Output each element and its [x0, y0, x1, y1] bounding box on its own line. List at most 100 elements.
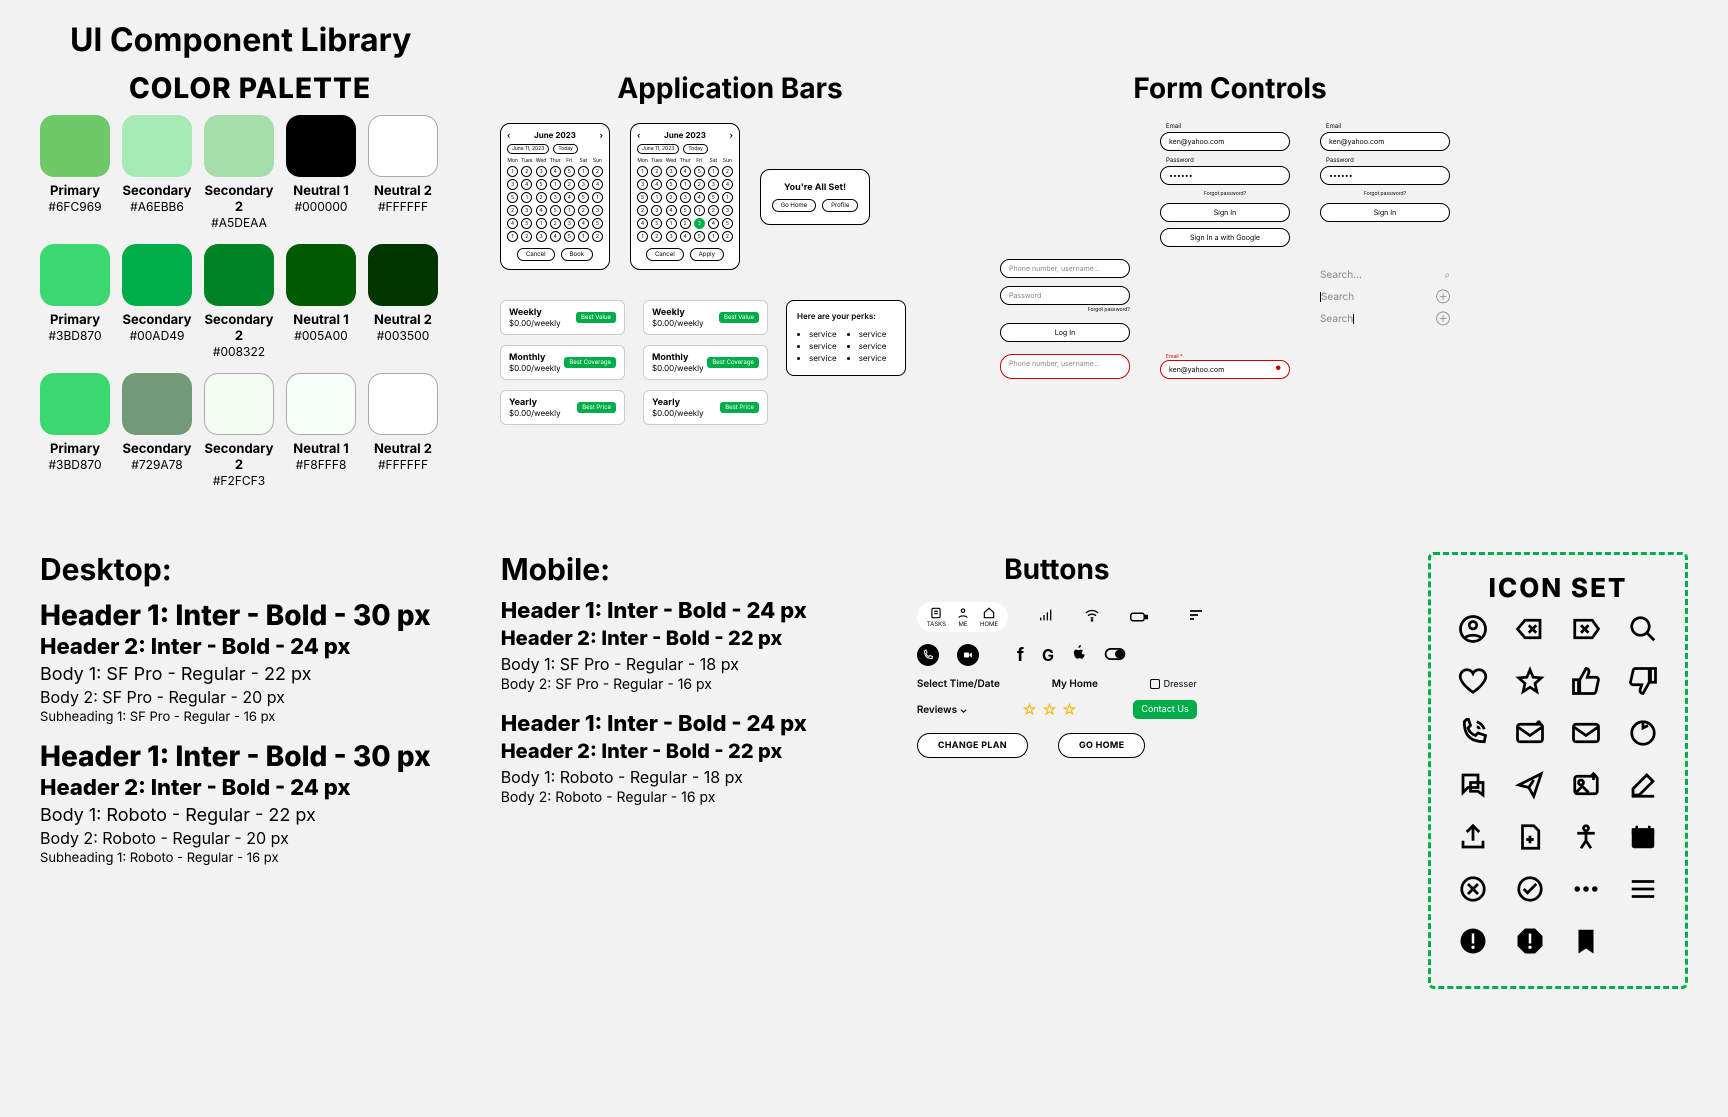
- calendar-day[interactable]: 3: [550, 192, 561, 203]
- calendar-day[interactable]: 5: [536, 179, 547, 190]
- password-field[interactable]: Password: [1000, 286, 1130, 305]
- calendar-day[interactable]: 3: [666, 166, 677, 177]
- calendar-day[interactable]: 5: [592, 218, 603, 229]
- calendar-day[interactable]: 2: [666, 192, 677, 203]
- calendar-day[interactable]: 5: [722, 218, 733, 229]
- apple-icon[interactable]: [1072, 645, 1086, 665]
- calendar-day[interactable]: 4: [680, 231, 691, 242]
- calendar-day[interactable]: 2: [521, 231, 532, 242]
- calendar-day[interactable]: 2: [722, 166, 733, 177]
- calendar-day[interactable]: 5: [578, 192, 589, 203]
- calendar-day[interactable]: 5: [708, 192, 719, 203]
- sign-in-button[interactable]: Sign In: [1160, 203, 1290, 222]
- chevron-right-icon[interactable]: ›: [730, 130, 733, 140]
- go-home-button[interactable]: GO HOME: [1058, 733, 1145, 758]
- calendar-day[interactable]: 1: [637, 231, 648, 242]
- calendar-day[interactable]: 2: [708, 205, 719, 216]
- calendar-day[interactable]: 4: [694, 192, 705, 203]
- contact-us-button[interactable]: Contact Us: [1133, 700, 1196, 719]
- email-field[interactable]: ken@yahoo.com: [1320, 132, 1450, 151]
- chevron-left-icon[interactable]: ‹: [637, 130, 640, 140]
- username-field-error[interactable]: Phone number, username...: [1000, 354, 1130, 379]
- calendar-day[interactable]: 4: [666, 205, 677, 216]
- calendar-day[interactable]: 5: [694, 231, 705, 242]
- plan-card[interactable]: Yearly$0.00/weeklyBest Price: [500, 390, 625, 425]
- video-button[interactable]: [957, 644, 979, 666]
- calendar-day[interactable]: 2: [680, 218, 691, 229]
- calendar-day[interactable]: 4: [521, 179, 532, 190]
- sign-in-button[interactable]: Sign In: [1320, 203, 1450, 222]
- book-button[interactable]: Book: [561, 248, 593, 261]
- search-placeholder-row[interactable]: Search... ⌕: [1320, 269, 1450, 281]
- calendar-day[interactable]: 3: [564, 218, 575, 229]
- plan-card[interactable]: Yearly$0.00/weeklyBest Price: [643, 390, 768, 425]
- calendar-day[interactable]: 5: [564, 231, 575, 242]
- cancel-button[interactable]: Cancel: [517, 248, 555, 261]
- calendar-day[interactable]: 5: [550, 205, 561, 216]
- toggle-icon[interactable]: [1104, 647, 1126, 664]
- calendar-day[interactable]: 4: [507, 218, 518, 229]
- calendar-day[interactable]: 4: [651, 179, 662, 190]
- calendar-day[interactable]: 2: [637, 205, 648, 216]
- calendar-day[interactable]: 1: [592, 192, 603, 203]
- calendar-day[interactable]: 1: [578, 166, 589, 177]
- calendar-day[interactable]: 1: [536, 218, 547, 229]
- calendar-day[interactable]: 2: [592, 231, 603, 242]
- calendar-day[interactable]: 4: [637, 218, 648, 229]
- plan-card[interactable]: Monthly$0.00/weeklyBest Coverage: [643, 345, 768, 380]
- username-field[interactable]: Phone number, username...: [1000, 259, 1130, 278]
- calendar-day[interactable]: 2: [651, 231, 662, 242]
- calendar-day[interactable]: 2: [578, 205, 589, 216]
- calendar-day[interactable]: 3: [680, 192, 691, 203]
- plan-card[interactable]: Monthly$0.00/weeklyBest Coverage: [500, 345, 625, 380]
- calendar-day[interactable]: 1: [651, 192, 662, 203]
- sign-in-google-button[interactable]: Sign In a with Google: [1160, 228, 1290, 247]
- calendar-day[interactable]: 1: [578, 231, 589, 242]
- profile-button[interactable]: Profile: [822, 199, 858, 212]
- calendar-day[interactable]: 1: [564, 205, 575, 216]
- star-rating[interactable]: ★ ★ ★: [1023, 702, 1077, 717]
- google-icon[interactable]: G: [1042, 645, 1054, 665]
- phone-button[interactable]: [917, 644, 939, 666]
- calendar-day[interactable]: 2: [694, 179, 705, 190]
- calendar-day[interactable]: 1: [666, 218, 677, 229]
- calendar-day[interactable]: 1: [694, 205, 705, 216]
- calendar-day[interactable]: 2: [651, 166, 662, 177]
- calendar-day[interactable]: 1: [507, 231, 518, 242]
- calendar-day[interactable]: 4: [564, 192, 575, 203]
- email-field[interactable]: ken@yahoo.com: [1160, 132, 1290, 151]
- calendar-day[interactable]: 2: [536, 192, 547, 203]
- calendar-day[interactable]: 1: [521, 192, 532, 203]
- plan-card[interactable]: Weekly$0.00/weeklyBest Value: [643, 300, 768, 335]
- calendar-day[interactable]: 1: [507, 166, 518, 177]
- calendar-day[interactable]: 4: [550, 166, 561, 177]
- calendar-day[interactable]: 5: [564, 166, 575, 177]
- plan-card[interactable]: Weekly$0.00/weeklyBest Value: [500, 300, 625, 335]
- calendar-day[interactable]: 5: [666, 179, 677, 190]
- calendar-day[interactable]: 4: [578, 218, 589, 229]
- login-button[interactable]: Log In: [1000, 323, 1130, 342]
- calendar-day[interactable]: 3: [722, 205, 733, 216]
- calendar-day[interactable]: 3: [507, 179, 518, 190]
- calendar-day[interactable]: 3: [536, 231, 547, 242]
- calendar-day[interactable]: 3: [651, 205, 662, 216]
- calendar-day[interactable]: 1: [722, 192, 733, 203]
- calendar-day[interactable]: 5: [651, 218, 662, 229]
- calendar-day[interactable]: 3: [708, 179, 719, 190]
- calendar-day[interactable]: 4: [722, 179, 733, 190]
- calendar-day[interactable]: 5: [507, 192, 518, 203]
- calendar-day[interactable]: 3: [592, 205, 603, 216]
- today-button[interactable]: Today: [683, 144, 707, 154]
- chevron-right-icon[interactable]: ›: [600, 130, 603, 140]
- calendar-day[interactable]: 1: [680, 179, 691, 190]
- forgot-password-link[interactable]: Forgot password?: [1160, 191, 1290, 197]
- select-time-label[interactable]: Select Time/Date: [917, 678, 1000, 690]
- search-cursor-row-2[interactable]: Search ⊕: [1320, 313, 1450, 325]
- calendar-day[interactable]: 4: [592, 179, 603, 190]
- calendar-day[interactable]: 3: [536, 166, 547, 177]
- password-field[interactable]: ••••••: [1320, 166, 1450, 185]
- calendar-day[interactable]: 4: [550, 231, 561, 242]
- calendar-day[interactable]: 2: [564, 179, 575, 190]
- forgot-password-link[interactable]: Forgot password?: [1000, 307, 1130, 313]
- calendar-day[interactable]: 1: [550, 179, 561, 190]
